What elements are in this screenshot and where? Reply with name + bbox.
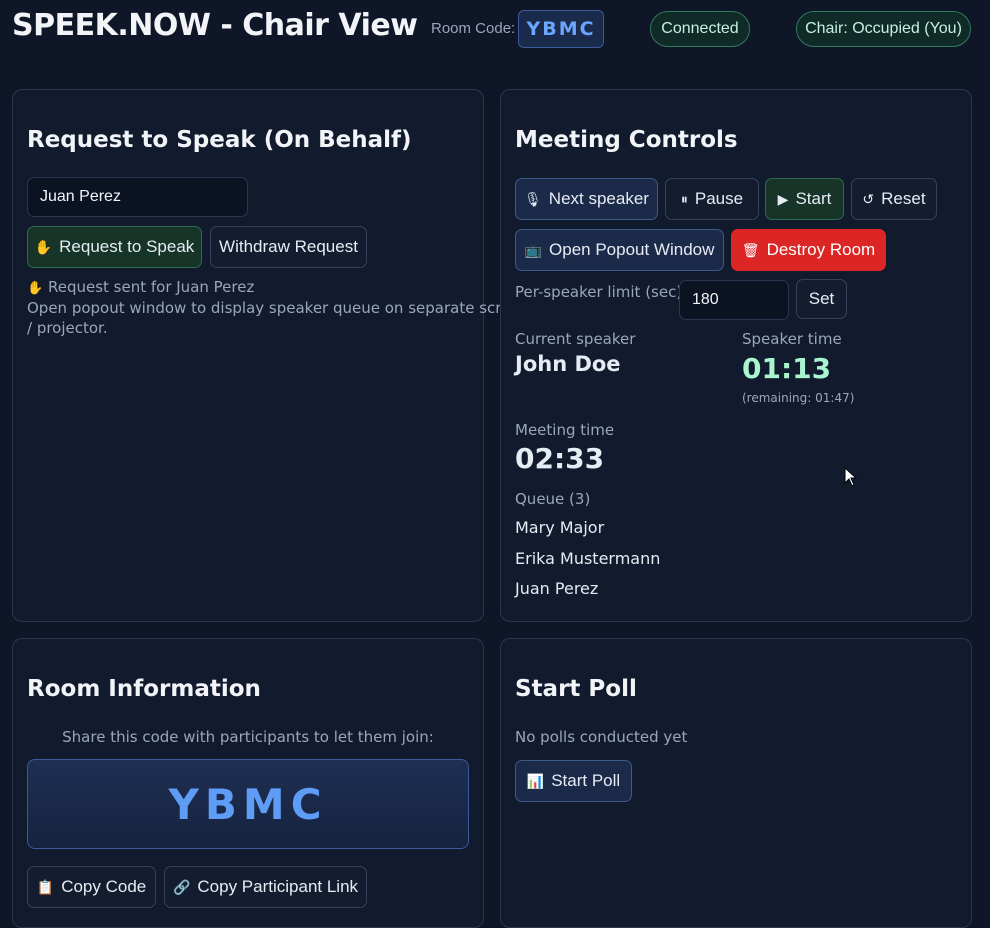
share-code-text: Share this code with participants to let… xyxy=(62,728,434,746)
start-button[interactable]: ▶ Start xyxy=(765,178,844,220)
reset-icon: ↺ xyxy=(862,190,875,207)
withdraw-request-button[interactable]: Withdraw Request xyxy=(210,226,367,268)
chair-status-badge: Chair: Occupied (You) xyxy=(796,11,971,47)
trash-icon: 🗑 xyxy=(741,241,760,258)
meeting-controls-title: Meeting Controls xyxy=(515,127,738,153)
queue-item: Juan Perez xyxy=(515,579,599,598)
clipboard-icon: 📋 xyxy=(36,878,55,895)
room-code-chip: YBMC xyxy=(518,10,604,48)
copy-participant-link-button[interactable]: 🔗 Copy Participant Link xyxy=(164,866,367,908)
open-popout-window-button[interactable]: 📺 Open Popout Window xyxy=(515,229,724,271)
top-bar: SPEEK.NOW - Chair View Room Code: YBMC C… xyxy=(0,0,990,60)
popout-help-line-1: Open popout window to display speaker qu… xyxy=(27,299,530,317)
room-code-display: YBMC xyxy=(27,759,469,849)
meeting-time-label: Meeting time xyxy=(515,421,615,439)
current-speaker-label: Current speaker xyxy=(515,330,636,348)
next-speaker-label: Next speaker xyxy=(548,189,649,208)
queue-item: Erika Mustermann xyxy=(515,549,661,568)
link-icon: 🔗 xyxy=(172,878,191,895)
poll-panel: Start Poll No polls conducted yet 📊 Star… xyxy=(500,638,972,928)
current-speaker-name: John Doe xyxy=(515,352,621,376)
poll-status-text: No polls conducted yet xyxy=(515,728,688,746)
connection-status-badge: Connected xyxy=(650,11,750,47)
raised-hand-icon: ✋ xyxy=(34,238,53,255)
set-limit-label: Set xyxy=(808,289,835,308)
start-poll-label: Start Poll xyxy=(551,771,621,790)
destroy-room-button[interactable]: 🗑 Destroy Room xyxy=(731,229,886,271)
pause-icon: ⏸ xyxy=(680,190,688,207)
room-info-panel: Room Information Share this code with pa… xyxy=(12,638,484,928)
play-icon: ▶ xyxy=(777,190,789,207)
raised-hand-icon: ✋ xyxy=(27,281,44,296)
withdraw-request-label: Withdraw Request xyxy=(219,237,358,256)
bar-chart-icon: 📊 xyxy=(526,772,545,789)
poll-title: Start Poll xyxy=(515,676,637,702)
per-speaker-limit-label: Per-speaker limit (sec) xyxy=(515,283,683,301)
set-limit-button[interactable]: Set xyxy=(796,279,847,319)
tv-icon: 📺 xyxy=(524,241,543,258)
request-panel: Request to Speak (On Behalf) Juan Perez … xyxy=(12,89,529,622)
destroy-room-label: Destroy Room xyxy=(766,240,876,259)
speaker-time-label: Speaker time xyxy=(742,330,842,348)
queue-label: Queue (3) xyxy=(515,490,591,508)
request-status-text: Request sent for Juan Perez xyxy=(47,278,255,296)
speaker-time-remaining: (remaining: 01:47) xyxy=(742,391,855,405)
per-speaker-limit-input[interactable]: 180 xyxy=(679,280,789,320)
pause-label: Pause xyxy=(694,189,744,208)
request-to-speak-label: Request to Speak xyxy=(59,237,195,256)
meeting-time: 02:33 xyxy=(515,442,605,475)
request-to-speak-button[interactable]: ✋ Request to Speak xyxy=(27,226,202,268)
speaker-time: 01:13 xyxy=(742,352,832,385)
request-status-message: ✋ Request sent for Juan Perez xyxy=(27,278,254,296)
copy-code-label: Copy Code xyxy=(61,877,147,896)
open-popout-window-label: Open Popout Window xyxy=(549,240,715,259)
popout-help-line-2: / projector. xyxy=(27,319,108,337)
pause-button[interactable]: ⏸ Pause xyxy=(665,178,759,220)
copy-code-button[interactable]: 📋 Copy Code xyxy=(27,866,156,908)
start-label: Start xyxy=(795,189,832,208)
room-code-label: Room Code: xyxy=(431,20,516,37)
reset-label: Reset xyxy=(881,189,926,208)
queue-item: Mary Major xyxy=(515,518,605,537)
request-panel-title: Request to Speak (On Behalf) xyxy=(27,127,412,153)
start-poll-button[interactable]: 📊 Start Poll xyxy=(515,760,632,802)
meeting-controls-panel: Meeting Controls 🎙 Next speaker ⏸ Pause … xyxy=(500,89,972,622)
room-info-title: Room Information xyxy=(27,676,261,702)
mouse-cursor-icon xyxy=(844,467,858,487)
microphone-icon: 🎙 xyxy=(524,190,542,207)
copy-participant-link-label: Copy Participant Link xyxy=(197,877,359,896)
app-title: SPEEK.NOW - Chair View xyxy=(12,8,418,43)
next-speaker-button[interactable]: 🎙 Next speaker xyxy=(515,178,658,220)
reset-button[interactable]: ↺ Reset xyxy=(851,178,937,220)
name-input[interactable]: Juan Perez xyxy=(27,177,248,217)
